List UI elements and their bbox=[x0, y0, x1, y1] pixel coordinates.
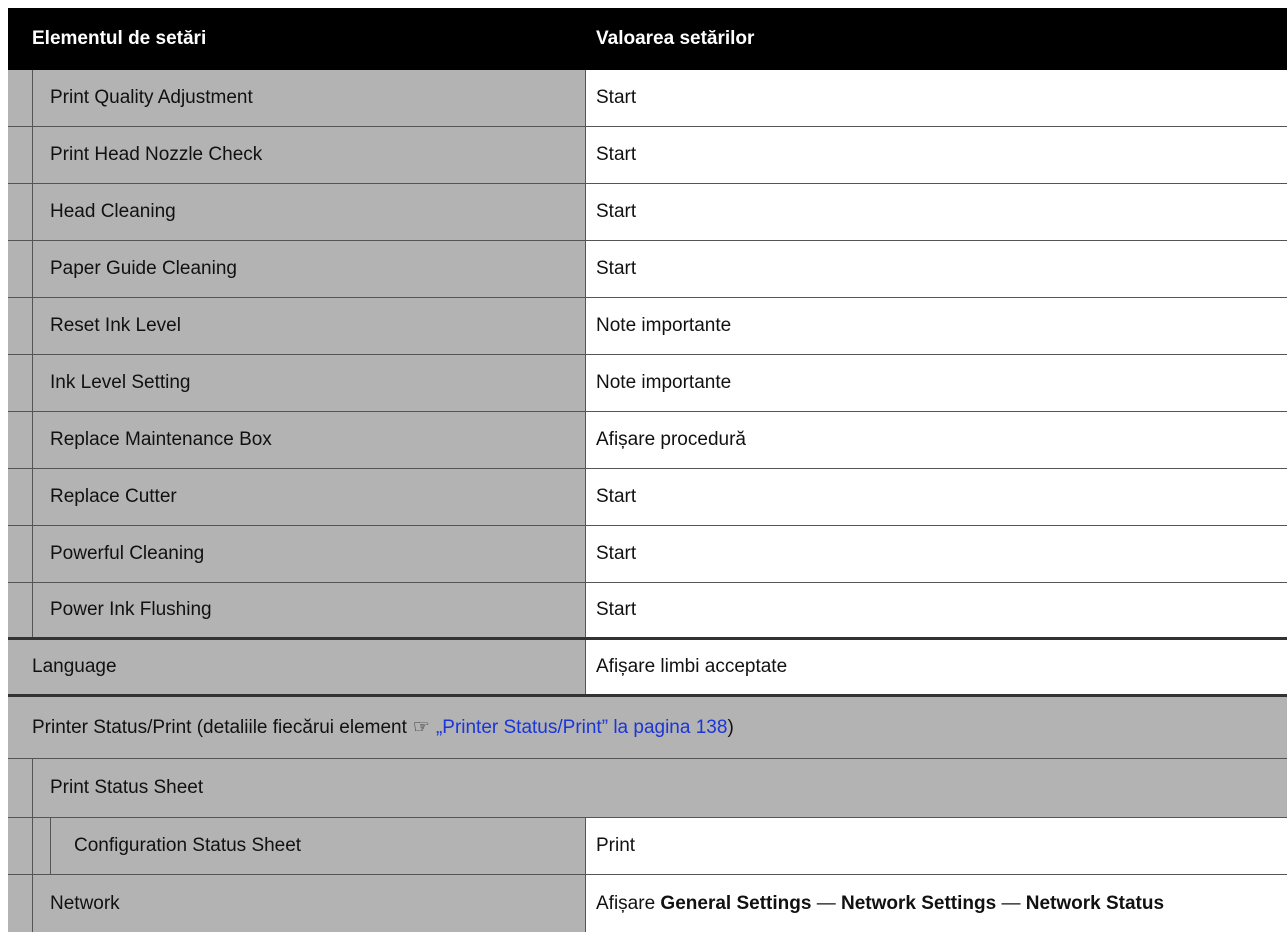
row-value: Note importante bbox=[586, 298, 1287, 354]
indent-line bbox=[32, 412, 33, 468]
table-row: Print Quality Adjustment Start bbox=[8, 70, 1287, 127]
printer-status-section-heading: Printer Status/Print (detaliile fiecărui… bbox=[8, 697, 1287, 758]
row-item-label: Powerful Cleaning bbox=[8, 526, 586, 582]
table-row-network: Network Afișare General Settings — Netwo… bbox=[8, 875, 1287, 932]
table-row: Reset Ink Level Note importante bbox=[8, 298, 1287, 355]
path-separator: — bbox=[1001, 892, 1021, 914]
row-item-label: Print Quality Adjustment bbox=[8, 70, 586, 126]
row-value: Afișare General Settings — Network Setti… bbox=[586, 875, 1287, 932]
row-value: Start bbox=[586, 469, 1287, 525]
table-row: Replace Cutter Start bbox=[8, 469, 1287, 526]
printer-status-page-link[interactable]: „Printer Status/Print” la pagina 138 bbox=[436, 717, 728, 739]
indent-line bbox=[32, 526, 33, 582]
reference-hand-icon: ☞ bbox=[412, 717, 430, 738]
row-value: Start bbox=[586, 241, 1287, 297]
row-value: Afișare procedură bbox=[586, 412, 1287, 468]
row-item-label: Network bbox=[8, 875, 586, 932]
network-value-prefix: Afișare bbox=[596, 892, 656, 914]
table-row-printer-status: Printer Status/Print (detaliile fiecărui… bbox=[8, 697, 1287, 759]
row-value: Start bbox=[586, 526, 1287, 582]
table-row: Power Ink Flushing Start bbox=[8, 583, 1287, 640]
row-value: Print bbox=[586, 818, 1287, 874]
row-value: Start bbox=[586, 583, 1287, 637]
row-item-label: Language bbox=[8, 640, 586, 694]
network-path-general: General Settings bbox=[660, 892, 812, 914]
indent-line bbox=[32, 184, 33, 240]
maintenance-group: Print Quality Adjustment Start Print Head … bbox=[8, 70, 1287, 640]
indent-line bbox=[32, 875, 33, 932]
table-header: Elementul de setări Valoarea setărilor bbox=[8, 8, 1287, 70]
indent-line bbox=[32, 469, 33, 525]
row-item-label: Paper Guide Cleaning bbox=[8, 241, 586, 297]
row-value: Start bbox=[586, 184, 1287, 240]
network-path-status: Network Status bbox=[1025, 892, 1165, 914]
header-settings-value: Valoarea setărilor bbox=[596, 28, 755, 49]
row-item-label: Reset Ink Level bbox=[8, 298, 586, 354]
table-row-language: Language Afișare limbi acceptate bbox=[8, 640, 1287, 697]
table-row: Replace Maintenance Box Afișare procedură bbox=[8, 412, 1287, 469]
table-row: Ink Level Setting Note importante bbox=[8, 355, 1287, 412]
table-row-print-status-sheet: Print Status Sheet bbox=[8, 759, 1287, 818]
path-separator: — bbox=[816, 892, 836, 914]
indent-line bbox=[32, 127, 33, 183]
indent-line bbox=[32, 241, 33, 297]
printer-status-prefix: Printer Status/Print (detaliile fiecărui… bbox=[32, 716, 407, 738]
row-value: Note importante bbox=[586, 355, 1287, 411]
indent-line bbox=[32, 818, 33, 874]
table-row-configuration: Configuration Status Sheet Print bbox=[8, 818, 1287, 875]
indent-line bbox=[32, 298, 33, 354]
row-item-label: Print Status Sheet bbox=[8, 759, 1287, 817]
indent-line bbox=[32, 70, 33, 126]
network-path-settings: Network Settings bbox=[840, 892, 997, 914]
indent-line bbox=[50, 818, 51, 874]
row-item-label: Power Ink Flushing bbox=[8, 583, 586, 637]
row-value: Start bbox=[586, 127, 1287, 183]
indent-line bbox=[32, 759, 33, 817]
row-item-label: Replace Maintenance Box bbox=[8, 412, 586, 468]
settings-table: Elementul de setări Valoarea setărilor P… bbox=[8, 8, 1287, 932]
table-row: Head Cleaning Start bbox=[8, 184, 1287, 241]
row-item-label: Replace Cutter bbox=[8, 469, 586, 525]
row-item-label: Head Cleaning bbox=[8, 184, 586, 240]
table-row: Paper Guide Cleaning Start bbox=[8, 241, 1287, 298]
indent-line bbox=[32, 355, 33, 411]
row-item-label: Print Head Nozzle Check bbox=[8, 127, 586, 183]
indent-line bbox=[32, 583, 33, 637]
table-row: Powerful Cleaning Start bbox=[8, 526, 1287, 583]
row-value: Start bbox=[586, 70, 1287, 126]
row-value: Afișare limbi acceptate bbox=[586, 640, 1287, 694]
row-item-label: Configuration Status Sheet bbox=[8, 818, 586, 874]
printer-status-suffix: ) bbox=[727, 716, 734, 738]
row-item-label: Ink Level Setting bbox=[8, 355, 586, 411]
table-row: Print Head Nozzle Check Start bbox=[8, 127, 1287, 184]
header-settings-item: Elementul de setări bbox=[32, 28, 207, 49]
